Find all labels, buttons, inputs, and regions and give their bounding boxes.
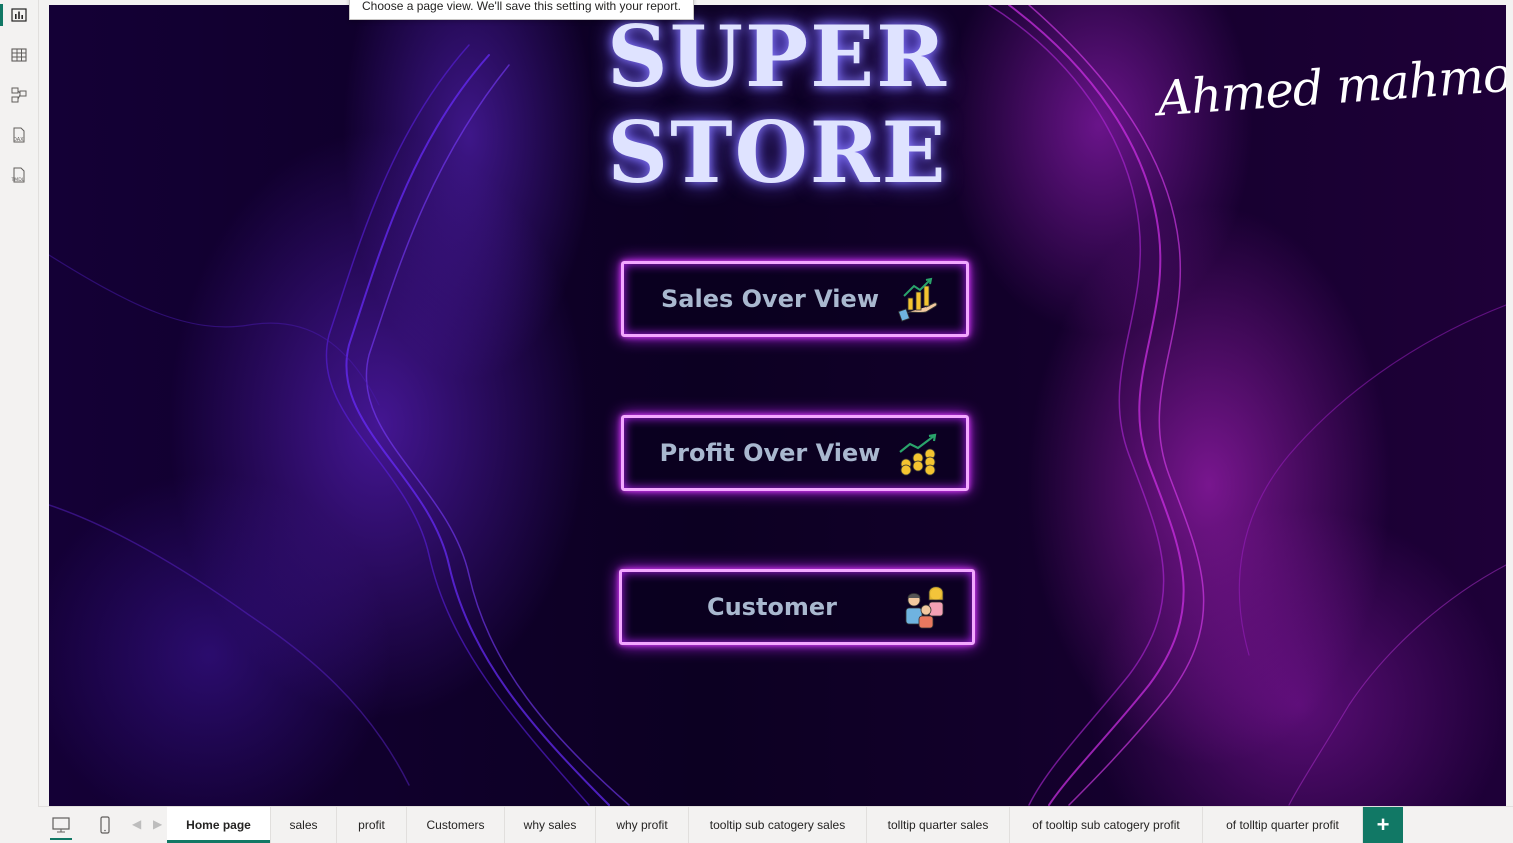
sales-overview-label: Sales Over View	[661, 285, 879, 313]
tab-profit[interactable]: profit	[337, 807, 407, 843]
tab-of-tolltip-quarter-profit[interactable]: of tolltip quarter profit	[1203, 807, 1363, 843]
active-view-indicator	[0, 4, 3, 26]
report-canvas: SUPER STORE Ahmed mahmoud Sales Over Vie…	[49, 5, 1506, 806]
customer-button[interactable]: Customer	[619, 569, 975, 645]
tmdl-view-icon[interactable]: TMDL	[7, 163, 31, 187]
tab-why-profit[interactable]: why profit	[596, 807, 689, 843]
page-view-tooltip: Choose a page view. We'll save this sett…	[349, 0, 694, 20]
sales-growth-icon	[898, 277, 938, 322]
scroll-tabs-left-icon[interactable]: ◀	[132, 817, 141, 831]
tab-why-sales[interactable]: why sales	[505, 807, 596, 843]
sales-overview-button[interactable]: Sales Over View	[621, 261, 969, 337]
add-page-button[interactable]: +	[1363, 807, 1403, 843]
customers-icon	[905, 586, 944, 629]
model-view-icon[interactable]	[7, 83, 31, 107]
svg-text:TMDL: TMDL	[11, 177, 25, 183]
tab-sales[interactable]: sales	[271, 807, 337, 843]
svg-text:DAX: DAX	[13, 137, 24, 143]
page-tabs-bar: ◀ ▶ Home page sales profit Customers why…	[38, 806, 1513, 843]
profit-overview-label: Profit Over View	[659, 439, 881, 467]
active-layout-indicator	[50, 838, 72, 840]
mobile-layout-icon[interactable]	[93, 813, 117, 837]
customer-label: Customer	[706, 593, 838, 621]
tab-tooltip-sub-catogery-sales[interactable]: tooltip sub catogery sales	[689, 807, 867, 843]
dax-query-icon[interactable]: DAX	[7, 123, 31, 147]
scroll-tabs-right-icon[interactable]: ▶	[153, 817, 162, 831]
report-view-icon[interactable]	[7, 3, 31, 27]
report-title-line2: STORE	[607, 103, 948, 202]
profit-overview-button[interactable]: Profit Over View	[621, 415, 969, 491]
table-view-icon[interactable]	[7, 43, 31, 67]
tab-home-page[interactable]: Home page	[167, 807, 271, 843]
tab-tolltip-quarter-sales[interactable]: tolltip quarter sales	[867, 807, 1010, 843]
view-rail: DAX TMDL	[0, 0, 39, 842]
desktop-layout-icon[interactable]	[49, 813, 73, 837]
tab-of-tooltip-sub-catogery-profit[interactable]: of tooltip sub catogery profit	[1010, 807, 1203, 843]
tab-customers[interactable]: Customers	[407, 807, 505, 843]
profit-growth-icon	[899, 433, 937, 476]
